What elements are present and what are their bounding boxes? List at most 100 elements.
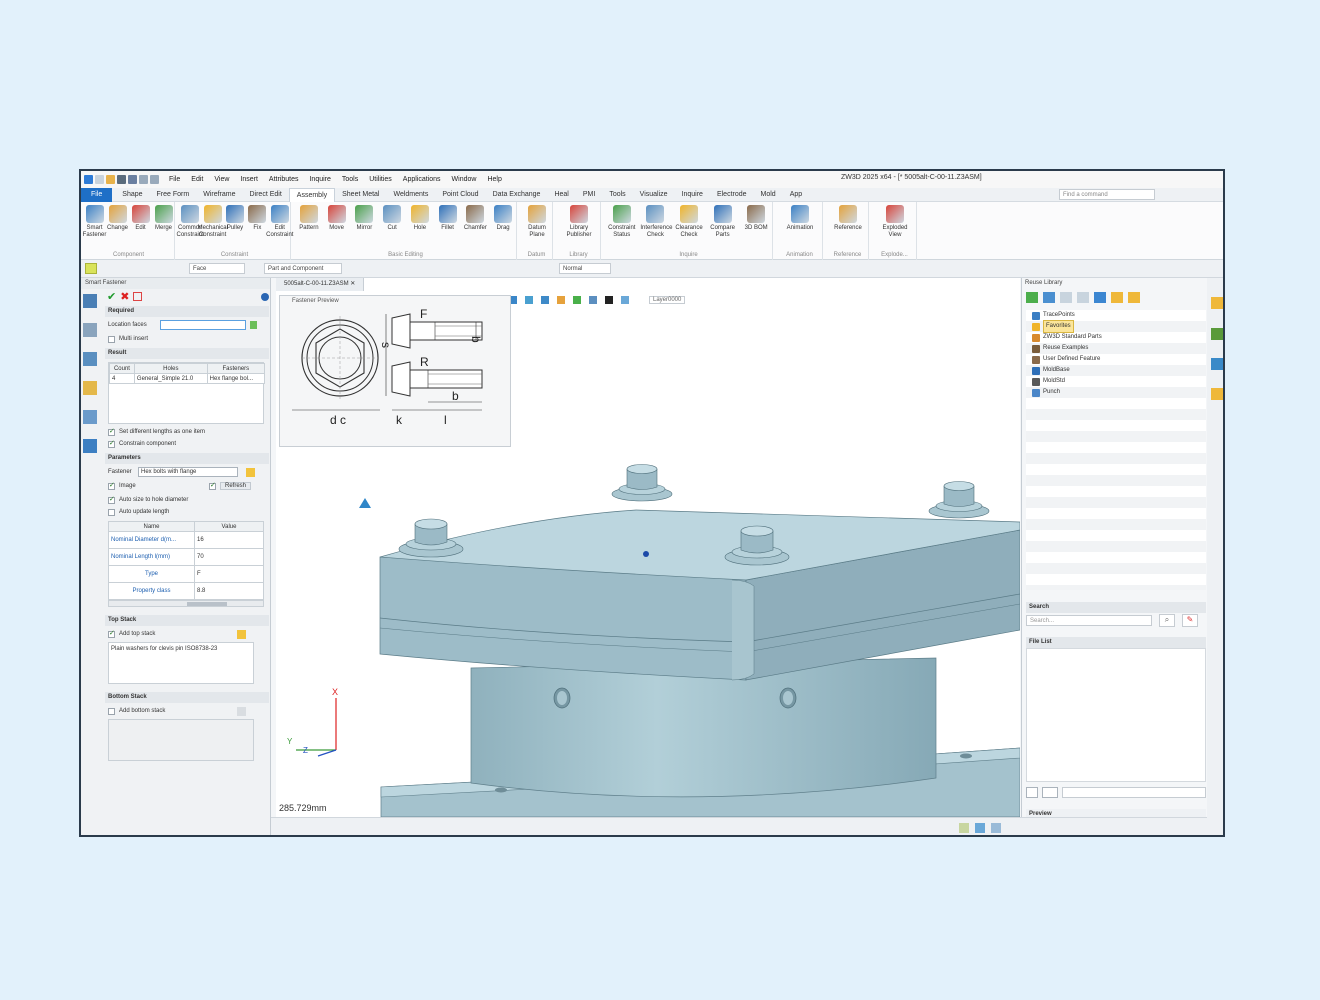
print-icon[interactable]	[128, 175, 137, 184]
ok-check-icon[interactable]: ✔	[107, 290, 116, 303]
menu-view[interactable]: View	[214, 176, 229, 183]
tab-pmi[interactable]: PMI	[576, 188, 602, 202]
library-folder-icon[interactable]	[1211, 297, 1223, 309]
tab-tools[interactable]: Tools	[602, 188, 632, 202]
tab-weldments[interactable]: Weldments	[386, 188, 435, 202]
auto-size-checkbox[interactable]	[108, 495, 115, 504]
find-command-input[interactable]: Find a command	[1059, 189, 1155, 200]
table-row[interactable]: Nominal Diameter d(m... 16	[108, 531, 264, 549]
merge-button[interactable]: Merge	[149, 205, 179, 232]
add-bottom-stack-checkbox[interactable]	[108, 707, 115, 715]
folder-icon[interactable]	[1111, 292, 1123, 303]
display-icon[interactable]	[541, 296, 549, 304]
set-diff-lengths-checkbox[interactable]	[108, 427, 115, 436]
list-view-icon[interactable]	[1026, 787, 1038, 798]
tab-inquire[interactable]: Inquire	[675, 188, 710, 202]
section-bottom-stack[interactable]: Bottom Stack	[105, 692, 269, 703]
menu-attributes[interactable]: Attributes	[269, 176, 299, 183]
menu-window[interactable]: Window	[452, 176, 477, 183]
animation-button[interactable]: Animation	[785, 205, 815, 232]
top-stack-list[interactable]: Plain washers for clevis pin ISO8738-23	[108, 642, 254, 684]
section-search[interactable]: Search	[1026, 602, 1206, 613]
cut-button[interactable]: Cut	[377, 205, 407, 232]
file-list[interactable]	[1026, 648, 1206, 782]
pick-filter-icon[interactable]	[85, 263, 97, 274]
history-icon[interactable]	[83, 352, 97, 366]
menu-insert[interactable]: Insert	[240, 176, 258, 183]
move-button[interactable]: Move	[322, 205, 352, 232]
zoom-icon[interactable]	[589, 296, 597, 304]
3d-bom-button[interactable]: 3D BOM	[741, 205, 771, 232]
clear-search-icon[interactable]: ✎	[1182, 614, 1198, 627]
tab-shape[interactable]: Shape	[115, 188, 149, 202]
refresh-icon[interactable]	[1094, 292, 1106, 303]
tab-data-exchange[interactable]: Data Exchange	[486, 188, 548, 202]
visibility-icon[interactable]	[621, 296, 629, 304]
chamfer-button[interactable]: Chamfer	[460, 205, 490, 232]
shading-icon[interactable]	[525, 296, 533, 304]
folder-icon[interactable]	[246, 467, 255, 477]
color-icon[interactable]	[605, 296, 613, 304]
compare-parts-button[interactable]: Compare Parts	[708, 205, 738, 239]
document-tab[interactable]: 5005alt-C-00-11.Z3ASM ✕	[276, 278, 365, 291]
apply-icon[interactable]	[133, 292, 143, 301]
list-item[interactable]: Plain washers for clevis pin ISO8738-23	[111, 646, 217, 652]
multi-insert-checkbox[interactable]	[108, 335, 115, 343]
add-top-stack-checkbox[interactable]	[108, 629, 115, 638]
lighting-icon[interactable]	[557, 296, 565, 304]
undo-icon[interactable]	[139, 175, 148, 184]
param-value[interactable]: 70	[194, 548, 264, 566]
fillet-button[interactable]: Fillet	[433, 205, 463, 232]
add-icon[interactable]	[1026, 292, 1038, 303]
status-icon-1[interactable]	[959, 823, 969, 833]
redo-icon[interactable]	[150, 175, 159, 184]
tab-direct-edit[interactable]: Direct Edit	[242, 188, 288, 202]
favorite-folder-icon[interactable]	[1128, 292, 1140, 303]
menu-edit[interactable]: Edit	[191, 176, 203, 183]
tree-item-favorites[interactable]: Favorites	[1026, 320, 1206, 333]
fastener-select[interactable]: Hex bolts with flange	[138, 467, 238, 477]
folder-icon[interactable]	[237, 629, 246, 639]
mirror-button[interactable]: Mirror	[349, 205, 379, 232]
view-icon[interactable]	[83, 381, 97, 395]
tab-app[interactable]: App	[783, 188, 809, 202]
tree-item-moldbase[interactable]: MoldBase	[1026, 365, 1206, 376]
up-icon[interactable]	[1077, 292, 1089, 303]
menu-tools[interactable]: Tools	[342, 176, 358, 183]
close-icon[interactable]: ✕	[350, 281, 355, 287]
graphics-viewport[interactable]: 5005alt-C-00-11.Z3ASM ✕ Layer0000 Fasten…	[276, 278, 1020, 817]
section-result[interactable]: Result	[105, 348, 269, 359]
render-mode-select[interactable]: Normal	[559, 263, 611, 274]
layer-icon[interactable]	[83, 410, 97, 424]
table-row[interactable]: Nominal Length l(mm) 70	[108, 548, 264, 566]
assembly-icon[interactable]	[83, 294, 97, 308]
back-icon[interactable]	[1043, 292, 1055, 303]
tab-assembly[interactable]: Assembly	[288, 187, 336, 202]
menu-inquire[interactable]: Inquire	[309, 176, 330, 183]
tab-electrode[interactable]: Electrode	[710, 188, 754, 202]
status-icon-3[interactable]	[991, 823, 1001, 833]
menu-utilities[interactable]: Utilities	[369, 176, 392, 183]
tab-visualize[interactable]: Visualize	[633, 188, 675, 202]
horizontal-scrollbar[interactable]	[108, 600, 264, 607]
reference-button[interactable]: Reference	[833, 205, 863, 232]
save-icon[interactable]	[117, 175, 126, 184]
table-row[interactable]: 4 General_Simple 21.0 Hex flange bol...	[109, 373, 266, 384]
table-row[interactable]: Property class 8.8	[108, 582, 264, 600]
section-parameters[interactable]: Parameters	[105, 453, 269, 464]
location-faces-input[interactable]	[160, 320, 246, 330]
cancel-x-icon[interactable]: ✖	[120, 290, 129, 303]
param-value[interactable]: 16	[194, 531, 264, 549]
datum-plane-button[interactable]: Datum Plane	[522, 205, 552, 239]
tree-item-reuse-examples[interactable]: Reuse Examples	[1026, 343, 1206, 354]
interference-check-button[interactable]: Interference Check	[640, 205, 672, 239]
tree-item-user-defined-feature[interactable]: User Defined Feature	[1026, 354, 1206, 365]
component-icon[interactable]	[83, 323, 97, 337]
param-value[interactable]: F	[194, 565, 264, 583]
materials-icon[interactable]	[1211, 358, 1223, 370]
pick-icon[interactable]	[250, 321, 257, 329]
parts-icon[interactable]	[1211, 328, 1223, 340]
tab-wireframe[interactable]: Wireframe	[196, 188, 242, 202]
constrain-component-checkbox[interactable]	[108, 439, 115, 448]
section-top-stack[interactable]: Top Stack	[105, 615, 269, 626]
